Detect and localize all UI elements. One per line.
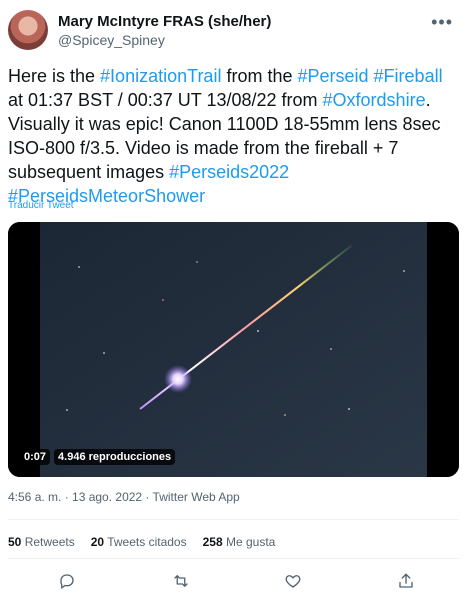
video-time: 0:07 bbox=[20, 449, 51, 465]
divider bbox=[8, 519, 459, 520]
author-info[interactable]: Mary McIntyre FRAS (she/her) @Spicey_Spi… bbox=[58, 13, 271, 49]
hashtag-link[interactable]: #Perseid bbox=[297, 66, 368, 86]
hashtag-link[interactable]: #Perseids2022 bbox=[169, 162, 289, 182]
divider bbox=[8, 558, 459, 559]
hashtag-link[interactable]: #Fireball bbox=[374, 66, 443, 86]
tweet-timestamp[interactable]: 4:56 a. m. · 13 ago. 2022 · Twitter Web … bbox=[8, 490, 240, 504]
tweet-stats: 50 Retweets 20 Tweets citados 258 Me gus… bbox=[8, 535, 275, 549]
tweet-actions bbox=[8, 568, 459, 594]
fireball-video-frame bbox=[8, 222, 459, 477]
tweet-text-segment: at 01:37 BST / 00:37 UT 13/08/22 from bbox=[8, 90, 323, 110]
retweet-icon[interactable] bbox=[168, 568, 194, 594]
video-player[interactable]: 0:07 4.946 reproducciones bbox=[8, 222, 459, 477]
translate-tweet-link[interactable]: Traducir Tweet bbox=[8, 200, 74, 211]
more-options-icon[interactable]: ••• bbox=[431, 12, 453, 33]
retweets-stat[interactable]: 50 Retweets bbox=[8, 535, 75, 549]
tweet-header: Mary McIntyre FRAS (she/her) @Spicey_Spi… bbox=[8, 8, 459, 52]
author-handle[interactable]: @Spicey_Spiney bbox=[58, 31, 271, 49]
video-badges: 0:07 4.946 reproducciones bbox=[20, 449, 176, 465]
quotes-stat[interactable]: 20 Tweets citados bbox=[91, 535, 187, 549]
share-icon[interactable] bbox=[393, 568, 419, 594]
reply-icon[interactable] bbox=[54, 568, 80, 594]
avatar[interactable] bbox=[8, 10, 48, 50]
like-heart-icon[interactable] bbox=[280, 568, 306, 594]
tweet-text: Here is the #IonizationTrail from the #P… bbox=[8, 64, 460, 208]
likes-stat[interactable]: 258 Me gusta bbox=[203, 535, 276, 549]
video-views: 4.946 reproducciones bbox=[54, 449, 176, 465]
hashtag-link[interactable]: #Oxfordshire bbox=[323, 90, 426, 110]
hashtag-link[interactable]: #IonizationTrail bbox=[100, 66, 221, 86]
author-name[interactable]: Mary McIntyre FRAS (she/her) bbox=[58, 13, 271, 31]
tweet-text-segment: from the bbox=[221, 66, 298, 86]
tweet-text-segment: Here is the bbox=[8, 66, 101, 86]
